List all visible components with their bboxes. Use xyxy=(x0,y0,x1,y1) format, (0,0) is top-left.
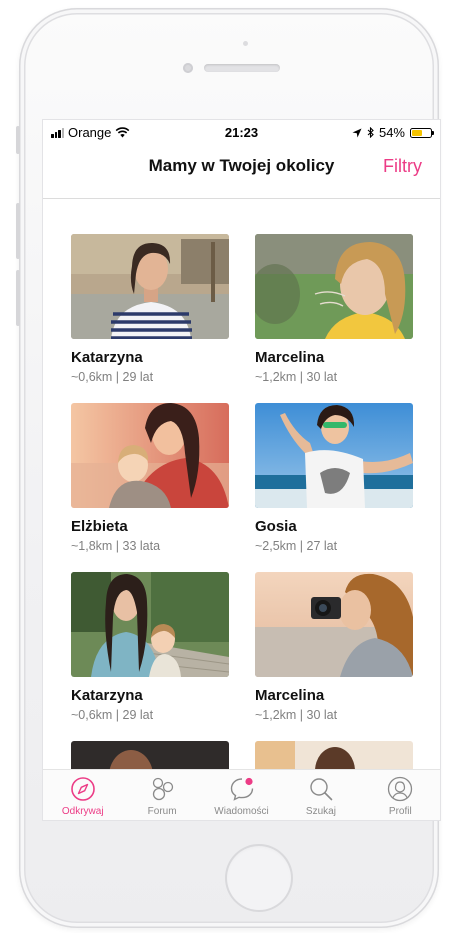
profile-photo xyxy=(71,741,229,769)
mute-switch xyxy=(16,126,20,154)
tab-search[interactable]: Szukaj xyxy=(281,770,360,820)
profile-card[interactable]: Katarzyna ~0,6km | 29 lat xyxy=(71,572,229,722)
profile-name: Katarzyna xyxy=(71,687,143,704)
profile-distance-age: ~1,2km | 30 lat xyxy=(255,708,338,722)
front-camera xyxy=(183,63,193,73)
profile-name: Marcelina xyxy=(255,687,325,704)
profile-card[interactable] xyxy=(255,741,413,769)
tab-profile[interactable]: Profil xyxy=(361,770,440,820)
profile-photo xyxy=(71,403,229,508)
app-screen: Orange 21:23 54% Mamy w Twojej okolicy F… xyxy=(43,120,440,820)
profile-distance-age: ~0,6km | 29 lat xyxy=(71,708,154,722)
tab-bar: Odkrywaj Forum Wiadomości Szukaj Profil xyxy=(43,769,440,820)
profile-card[interactable]: Elżbieta ~1,8km | 33 lata xyxy=(71,403,229,553)
volume-up-button xyxy=(16,203,20,259)
search-icon xyxy=(310,778,333,801)
profile-photo xyxy=(255,234,413,339)
home-button[interactable] xyxy=(225,844,293,912)
tab-forum[interactable]: Forum xyxy=(122,770,201,820)
profile-card[interactable]: Gosia ~2,5km | 27 lat xyxy=(255,403,413,553)
status-bar: Orange 21:23 54% xyxy=(43,120,440,144)
tab-messages[interactable]: Wiadomości xyxy=(202,770,281,820)
battery-icon xyxy=(410,127,434,138)
volume-down-button xyxy=(16,270,20,326)
tab-discover[interactable]: Odkrywaj xyxy=(43,770,122,820)
battery-fill xyxy=(412,129,422,136)
nav-bar: Mamy w Twojej okolicy Filtry xyxy=(43,144,440,199)
proximity-sensor xyxy=(243,41,248,46)
profile-card[interactable]: Marcelina ~1,2km | 30 lat xyxy=(255,234,413,384)
forum-bubbles-icon xyxy=(152,777,174,801)
tab-label: Wiadomości xyxy=(214,806,269,817)
profile-name: Marcelina xyxy=(255,349,325,366)
filter-button[interactable]: Filtry xyxy=(383,156,422,177)
profile-photo xyxy=(255,572,413,677)
tab-label: Forum xyxy=(147,806,177,817)
profile-card[interactable]: Katarzyna ~0,6km | 29 lat xyxy=(71,234,229,384)
battery-percent: 54% xyxy=(378,125,405,140)
page-title: Mamy w Twojej okolicy xyxy=(148,156,335,175)
profile-icon xyxy=(388,776,413,802)
profile-distance-age: ~2,5km | 27 lat xyxy=(255,539,338,553)
profile-photo xyxy=(71,572,229,677)
bluetooth-icon xyxy=(367,127,374,138)
profile-distance-age: ~1,2km | 30 lat xyxy=(255,370,338,384)
profile-grid[interactable]: Katarzyna ~0,6km | 29 lat Marcelina ~1,2… xyxy=(43,199,440,769)
earpiece-speaker xyxy=(204,64,280,72)
profile-name: Katarzyna xyxy=(71,349,143,366)
profile-photo xyxy=(71,234,229,339)
profile-photo xyxy=(255,403,413,508)
profile-card[interactable]: Marcelina ~1,2km | 30 lat xyxy=(255,572,413,722)
message-bubble-icon xyxy=(230,777,253,801)
unread-badge xyxy=(244,777,253,786)
tab-label: Profil xyxy=(388,806,412,817)
tab-label: Szukaj xyxy=(305,806,336,817)
profile-card[interactable] xyxy=(71,741,229,769)
profile-photo xyxy=(255,741,413,769)
compass-icon xyxy=(70,777,95,801)
location-arrow-icon xyxy=(352,128,362,137)
profile-distance-age: ~1,8km | 33 lata xyxy=(71,539,161,553)
profile-name: Gosia xyxy=(255,518,297,535)
profile-distance-age: ~0,6km | 29 lat xyxy=(71,370,154,384)
profile-name: Elżbieta xyxy=(71,518,128,535)
tab-label: Odkrywaj xyxy=(61,806,104,817)
